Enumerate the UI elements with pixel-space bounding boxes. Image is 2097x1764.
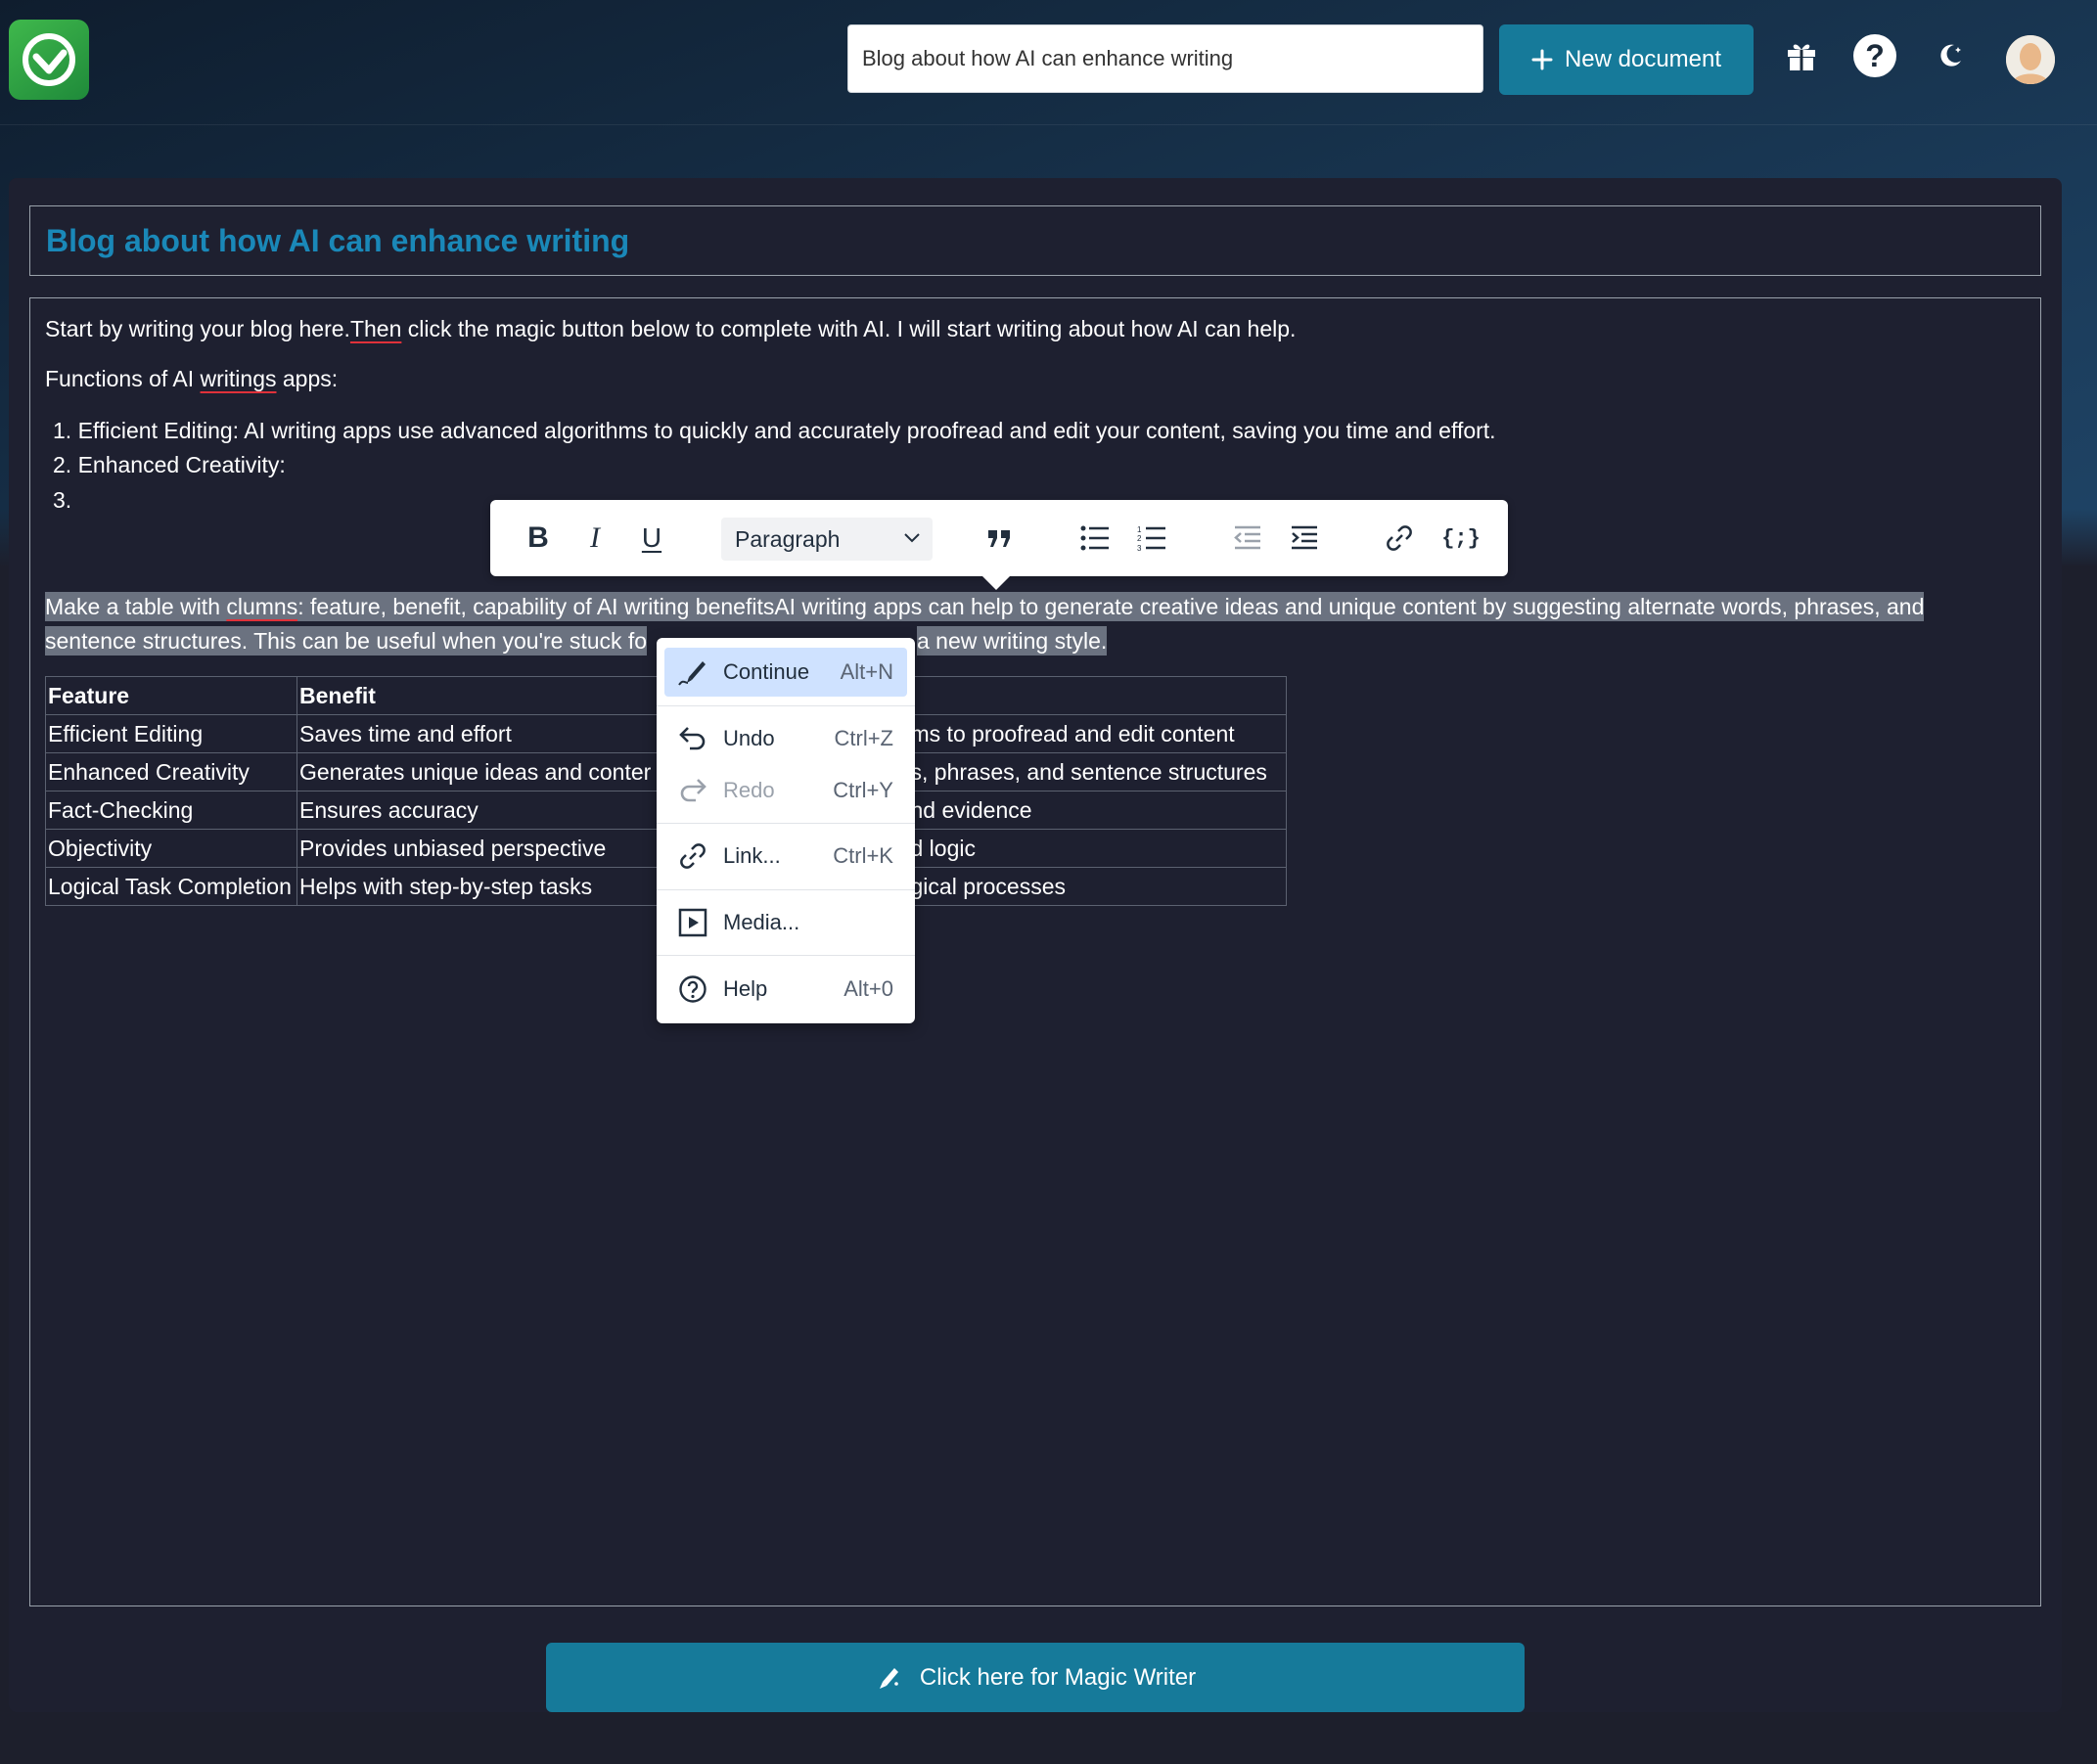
media-icon [678,908,707,937]
undo-icon [679,727,706,750]
list-item: 1. Efficient Editing: AI writing apps us… [53,418,1496,443]
italic-button[interactable]: I [575,518,615,559]
code-sample-button[interactable]: {;} [1437,518,1484,559]
indent-button[interactable] [1285,518,1324,559]
list-item: 3. [53,487,72,513]
menu-separator [657,705,915,706]
document-title-input[interactable] [847,24,1483,93]
document-title: Blog about how AI can enhance writing [46,222,630,258]
selected-text-line: Make a table with clumns: feature, benef… [45,592,1925,621]
menu-item-media[interactable]: Media... [664,898,907,947]
intro-paragraph: Start by writing your blog here.Then cli… [45,316,1297,341]
menu-separator [657,955,915,956]
underline-icon: U [641,522,662,553]
table-cell: Enhanced Creativity [45,752,297,792]
svg-text:2: 2 [1137,534,1142,543]
new-document-button[interactable]: New document [1499,24,1754,95]
table-cell: Objectivity [45,829,297,868]
link-icon [680,843,706,869]
redo-icon [680,779,707,802]
table-cell: Logical Task Completion [45,867,297,906]
magic-writer-button[interactable]: Click here for Magic Writer [546,1643,1525,1712]
selected-text-line: a new writing style. [917,626,1108,656]
pen-icon [678,661,706,686]
selected-text-line: sentence structures. This can be useful … [45,626,648,656]
menu-item-undo[interactable]: Undo Ctrl+Z [664,714,907,763]
plus-icon [1531,49,1553,70]
table-cell: Fact-Checking [45,791,297,830]
misspelled-word[interactable]: clumns [226,592,298,621]
code-icon: {;} [1441,525,1481,551]
numbered-list-icon: 1 2 3 [1137,525,1165,552]
menu-item-link[interactable]: Link... Ctrl+K [664,832,907,881]
menu-separator [657,889,915,890]
question-icon: ? [1853,34,1896,77]
document-title-field[interactable]: Blog about how AI can enhance writing [29,205,2041,276]
chevron-down-icon [904,533,920,543]
dark-mode-toggle[interactable] [1924,29,1977,82]
block-format-select[interactable]: Paragraph [721,518,933,561]
magic-writer-label: Click here for Magic Writer [919,1663,1197,1691]
outdent-button[interactable] [1228,518,1267,559]
new-document-label: New document [1564,46,1722,72]
user-avatar[interactable] [2006,35,2055,84]
svg-text:3: 3 [1137,544,1142,552]
menu-item-continue[interactable]: Continue Alt+N [664,648,907,697]
context-menu: Continue Alt+N Undo Ctrl+Z Redo Ctrl+Y L… [657,638,915,1023]
magic-pen-icon [879,1667,898,1689]
gift-icon [1788,44,1815,70]
list-item: 2. Enhanced Creativity: [53,452,286,477]
outdent-icon [1234,525,1260,550]
help-icon [679,975,707,1003]
misspelled-word[interactable]: Then [350,316,401,341]
gift-button[interactable] [1775,29,1828,82]
misspelled-word[interactable]: writings [201,366,277,391]
quote-icon [988,530,1010,547]
indent-icon [1292,525,1317,550]
link-icon [1387,525,1412,551]
numbered-list-button[interactable]: 1 2 3 [1132,518,1171,559]
bold-icon: B [527,521,549,554]
help-button[interactable]: ? [1848,29,1901,82]
table-header-cell: Feature [45,676,297,715]
quick-toolbar: B I U Paragraph 1 2 3 {;} [490,500,1508,590]
blockquote-button[interactable] [980,518,1020,559]
bullet-list-icon [1080,525,1109,551]
moon-icon [1940,44,1961,67]
menu-item-help[interactable]: Help Alt+0 [664,965,907,1014]
underline-button[interactable]: U [632,518,671,559]
italic-icon: I [590,521,600,554]
bullet-list-button[interactable] [1075,518,1115,559]
logo-icon [23,33,75,86]
avatar-icon [2006,35,2055,84]
app-logo[interactable] [9,20,89,100]
svg-text:1: 1 [1137,525,1142,534]
rich-text-editor[interactable] [29,297,2041,1606]
bold-button[interactable]: B [519,518,558,559]
functions-heading: Functions of AI writings apps: [45,366,339,391]
menu-item-redo[interactable]: Redo Ctrl+Y [664,766,907,815]
top-header: New document ? [0,0,2097,125]
link-button[interactable] [1380,518,1419,559]
menu-separator [657,823,915,824]
table-cell: Efficient Editing [45,714,297,753]
